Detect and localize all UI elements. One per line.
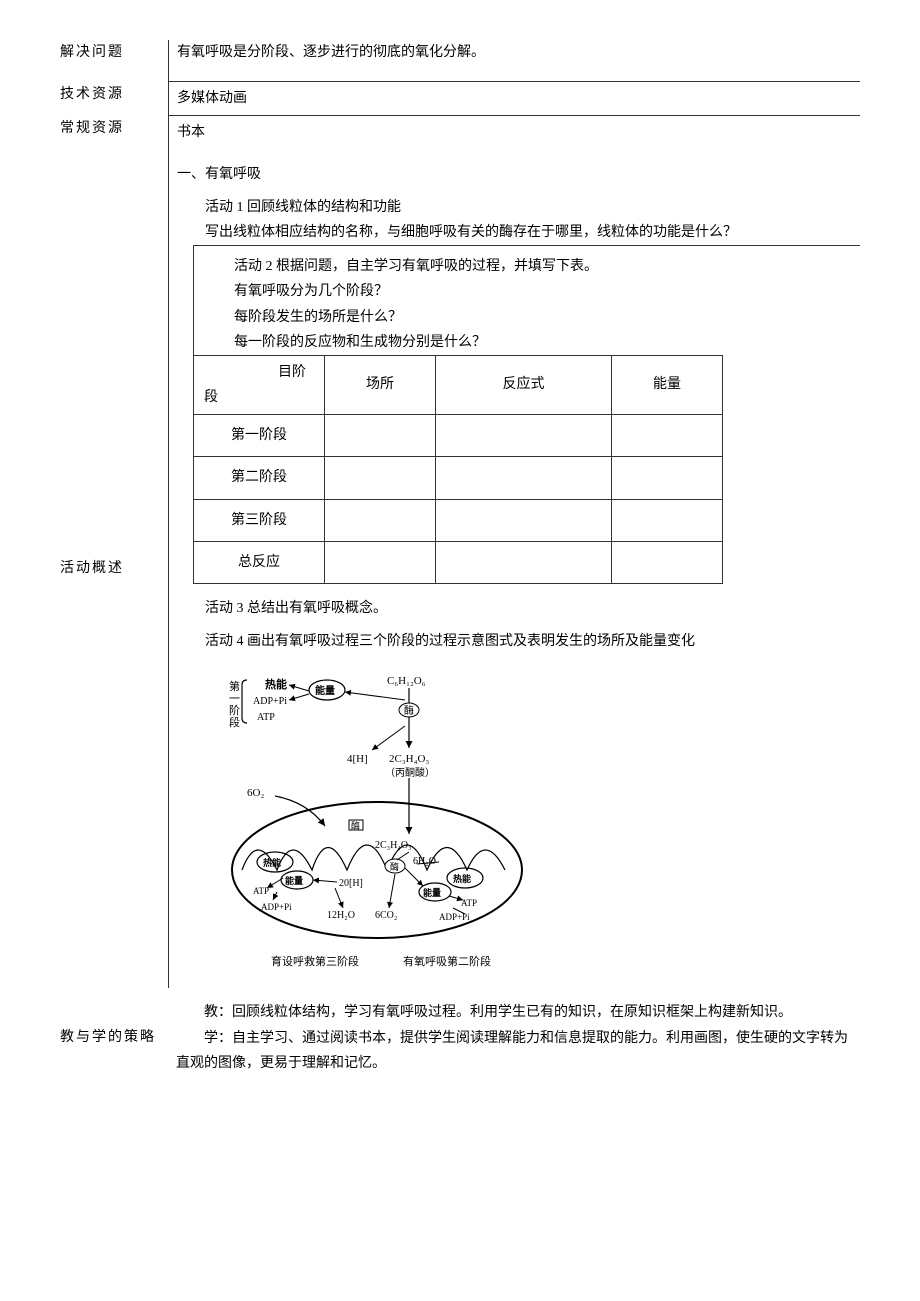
table-cell-stage2: 第二阶段 — [194, 457, 325, 499]
table-cell — [436, 457, 612, 499]
stage1-label-char2: 一 — [229, 693, 240, 705]
diagram-energy1: 能量 — [315, 684, 335, 697]
diagram-caption-right: 有氧呼吸第二阶段 — [403, 954, 491, 968]
diagram-6H2O: 6H₂O — [413, 856, 436, 867]
table-cell-total: 总反应 — [194, 541, 325, 583]
diagram-energy2: 能量 — [285, 875, 303, 886]
strategy-content: 教：回顾线粒体结构，学习有氧呼吸过程。利用学生已有的知识，在原知识框架上构建新知… — [168, 1000, 860, 1076]
tech-resource-row: 技术资源 多媒体动画 — [60, 82, 860, 116]
diagram-pyruvate-f: 2C₃H₄O₃ — [389, 753, 429, 765]
diagram-atp1: ATP — [257, 712, 275, 723]
diagram-glucose: C₆H₁₂O₆ — [387, 675, 426, 687]
diagram-heat1: 热能 — [265, 677, 287, 691]
normal-resource-row: 常规资源 书本 — [60, 116, 860, 149]
section-heading: 一、有氧呼吸 — [177, 162, 860, 187]
table-cell — [612, 415, 723, 457]
table-header-stage: 目阶 段 — [194, 355, 325, 414]
tech-resource-text: 多媒体动画 — [168, 82, 860, 116]
stage1-label-char1: 第 — [229, 679, 240, 693]
diagram-enzyme-mito: 酶 — [351, 820, 360, 831]
strategy-row: 教与学的策略 教：回顾线粒体结构，学习有氧呼吸过程。利用学生已有的知识，在原知识… — [60, 1000, 860, 1076]
diagram-heat2: 热能 — [263, 857, 281, 868]
table-header-energy: 能量 — [612, 355, 723, 414]
diagram-energy3: 能量 — [423, 887, 441, 898]
activity2-box: 活动 2 根据问题，自主学习有氧呼吸的过程，并填写下表。 有氧呼吸分为几个阶段？… — [193, 245, 860, 355]
respiration-diagram: 第 一 阶 段 热能 ADP+Pi ATP 能量 C₆H₁₂O₆ 酶 — [217, 670, 860, 980]
table-cell — [612, 457, 723, 499]
diagram-6CO2: 6CO₂ — [375, 910, 397, 921]
diagram-enzyme1: 酶 — [404, 704, 414, 717]
solve-problem-row: 解决问题 有氧呼吸是分阶段、逐步进行的彻底的氧化分解。 — [60, 40, 860, 82]
table-header-reaction: 反应式 — [436, 355, 612, 414]
table-cell — [325, 499, 436, 541]
diagram-atp2: ATP — [253, 886, 269, 896]
table-cell — [436, 541, 612, 583]
table-cell — [436, 499, 612, 541]
table-row: 第一阶段 — [194, 415, 723, 457]
diagram-adp-pi2: ADP+Pi — [261, 902, 292, 912]
diagram-svg: 第 一 阶 段 热能 ADP+Pi ATP 能量 C₆H₁₂O₆ 酶 — [217, 670, 537, 980]
diagram-heat3: 热能 — [453, 873, 471, 884]
table-cell — [325, 415, 436, 457]
diagram-6O2: 6O₂ — [247, 787, 264, 799]
strategy-teach: 教：回顾线粒体结构，学习有氧呼吸过程。利用学生已有的知识，在原知识框架上构建新知… — [176, 1000, 860, 1025]
diagram-adp-pi1: ADP+Pi — [253, 696, 287, 707]
table-row: 第三阶段 — [194, 499, 723, 541]
strategy-learn: 学：自主学习、通过阅读书本，提供学生阅读理解能力和信息提取的能力。利用画图，使生… — [176, 1026, 860, 1076]
activity1-text: 写出线粒体相应结构的名称，与细胞呼吸有关的酶存在于哪里，线粒体的功能是什么？ — [177, 220, 860, 245]
table-row: 总反应 — [194, 541, 723, 583]
activity2-title: 活动 2 根据问题，自主学习有氧呼吸的过程，并填写下表。 — [206, 254, 848, 279]
activity3-text: 活动 3 总结出有氧呼吸概念。 — [177, 596, 860, 621]
activity-overview-label: 活动概述 — [60, 150, 168, 989]
table-cell — [612, 541, 723, 583]
stages-table: 目阶 段 场所 反应式 能量 第一阶段 第二阶段 第三阶段 — [193, 355, 723, 584]
stage1-label-char4: 段 — [229, 715, 240, 729]
stage1-label-char3: 阶 — [229, 703, 240, 717]
activity2-q2: 每阶段发生的场所是什么？ — [206, 305, 848, 330]
activity-overview-row: 活动概述 一、有氧呼吸 活动 1 回顾线粒体的结构和功能 写出线粒体相应结构的名… — [60, 150, 860, 989]
activity2-q1: 有氧呼吸分为几个阶段？ — [206, 279, 848, 304]
table-row: 第二阶段 — [194, 457, 723, 499]
diagram-pyruvate2: 2C₃H₄O₃ — [375, 840, 412, 851]
solve-problem-label: 解决问题 — [60, 40, 168, 65]
activity2-q3: 每一阶段的反应物和生成物分别是什么？ — [206, 330, 848, 355]
table-header-row: 目阶 段 场所 反应式 能量 — [194, 355, 723, 414]
solve-problem-text: 有氧呼吸是分阶段、逐步进行的彻底的氧化分解。 — [168, 40, 860, 82]
table-header-place: 场所 — [325, 355, 436, 414]
table-cell — [436, 415, 612, 457]
normal-resource-label: 常规资源 — [60, 116, 168, 141]
normal-resource-text: 书本 — [168, 116, 860, 149]
table-cell-stage1: 第一阶段 — [194, 415, 325, 457]
table-cell — [325, 457, 436, 499]
diagram-enzyme2: 酶 — [390, 861, 399, 872]
table-cell-stage3: 第三阶段 — [194, 499, 325, 541]
diagram-adp-pi3: ADP+Pi — [439, 912, 470, 922]
tech-resource-label: 技术资源 — [60, 82, 168, 107]
strategy-label: 教与学的策略 — [60, 1023, 168, 1054]
diagram-20H: 20[H] — [339, 878, 363, 889]
diagram-atp3: ATP — [461, 898, 477, 908]
table-cell — [612, 499, 723, 541]
activity4-text: 活动 4 画出有氧呼吸过程三个阶段的过程示意图式及表明发生的场所及能量变化 — [177, 629, 860, 654]
table-cell — [325, 541, 436, 583]
activity-overview-content: 一、有氧呼吸 活动 1 回顾线粒体的结构和功能 写出线粒体相应结构的名称，与细胞… — [168, 150, 860, 989]
diagram-12H2O: 12H₂O — [327, 910, 355, 921]
diagram-caption-left: 育设呼救第三阶段 — [271, 954, 359, 968]
activity1-title: 活动 1 回顾线粒体的结构和功能 — [177, 195, 860, 220]
diagram-4H: 4[H] — [347, 753, 368, 765]
diagram-pyruvate-n: （丙酮酸） — [385, 766, 435, 779]
